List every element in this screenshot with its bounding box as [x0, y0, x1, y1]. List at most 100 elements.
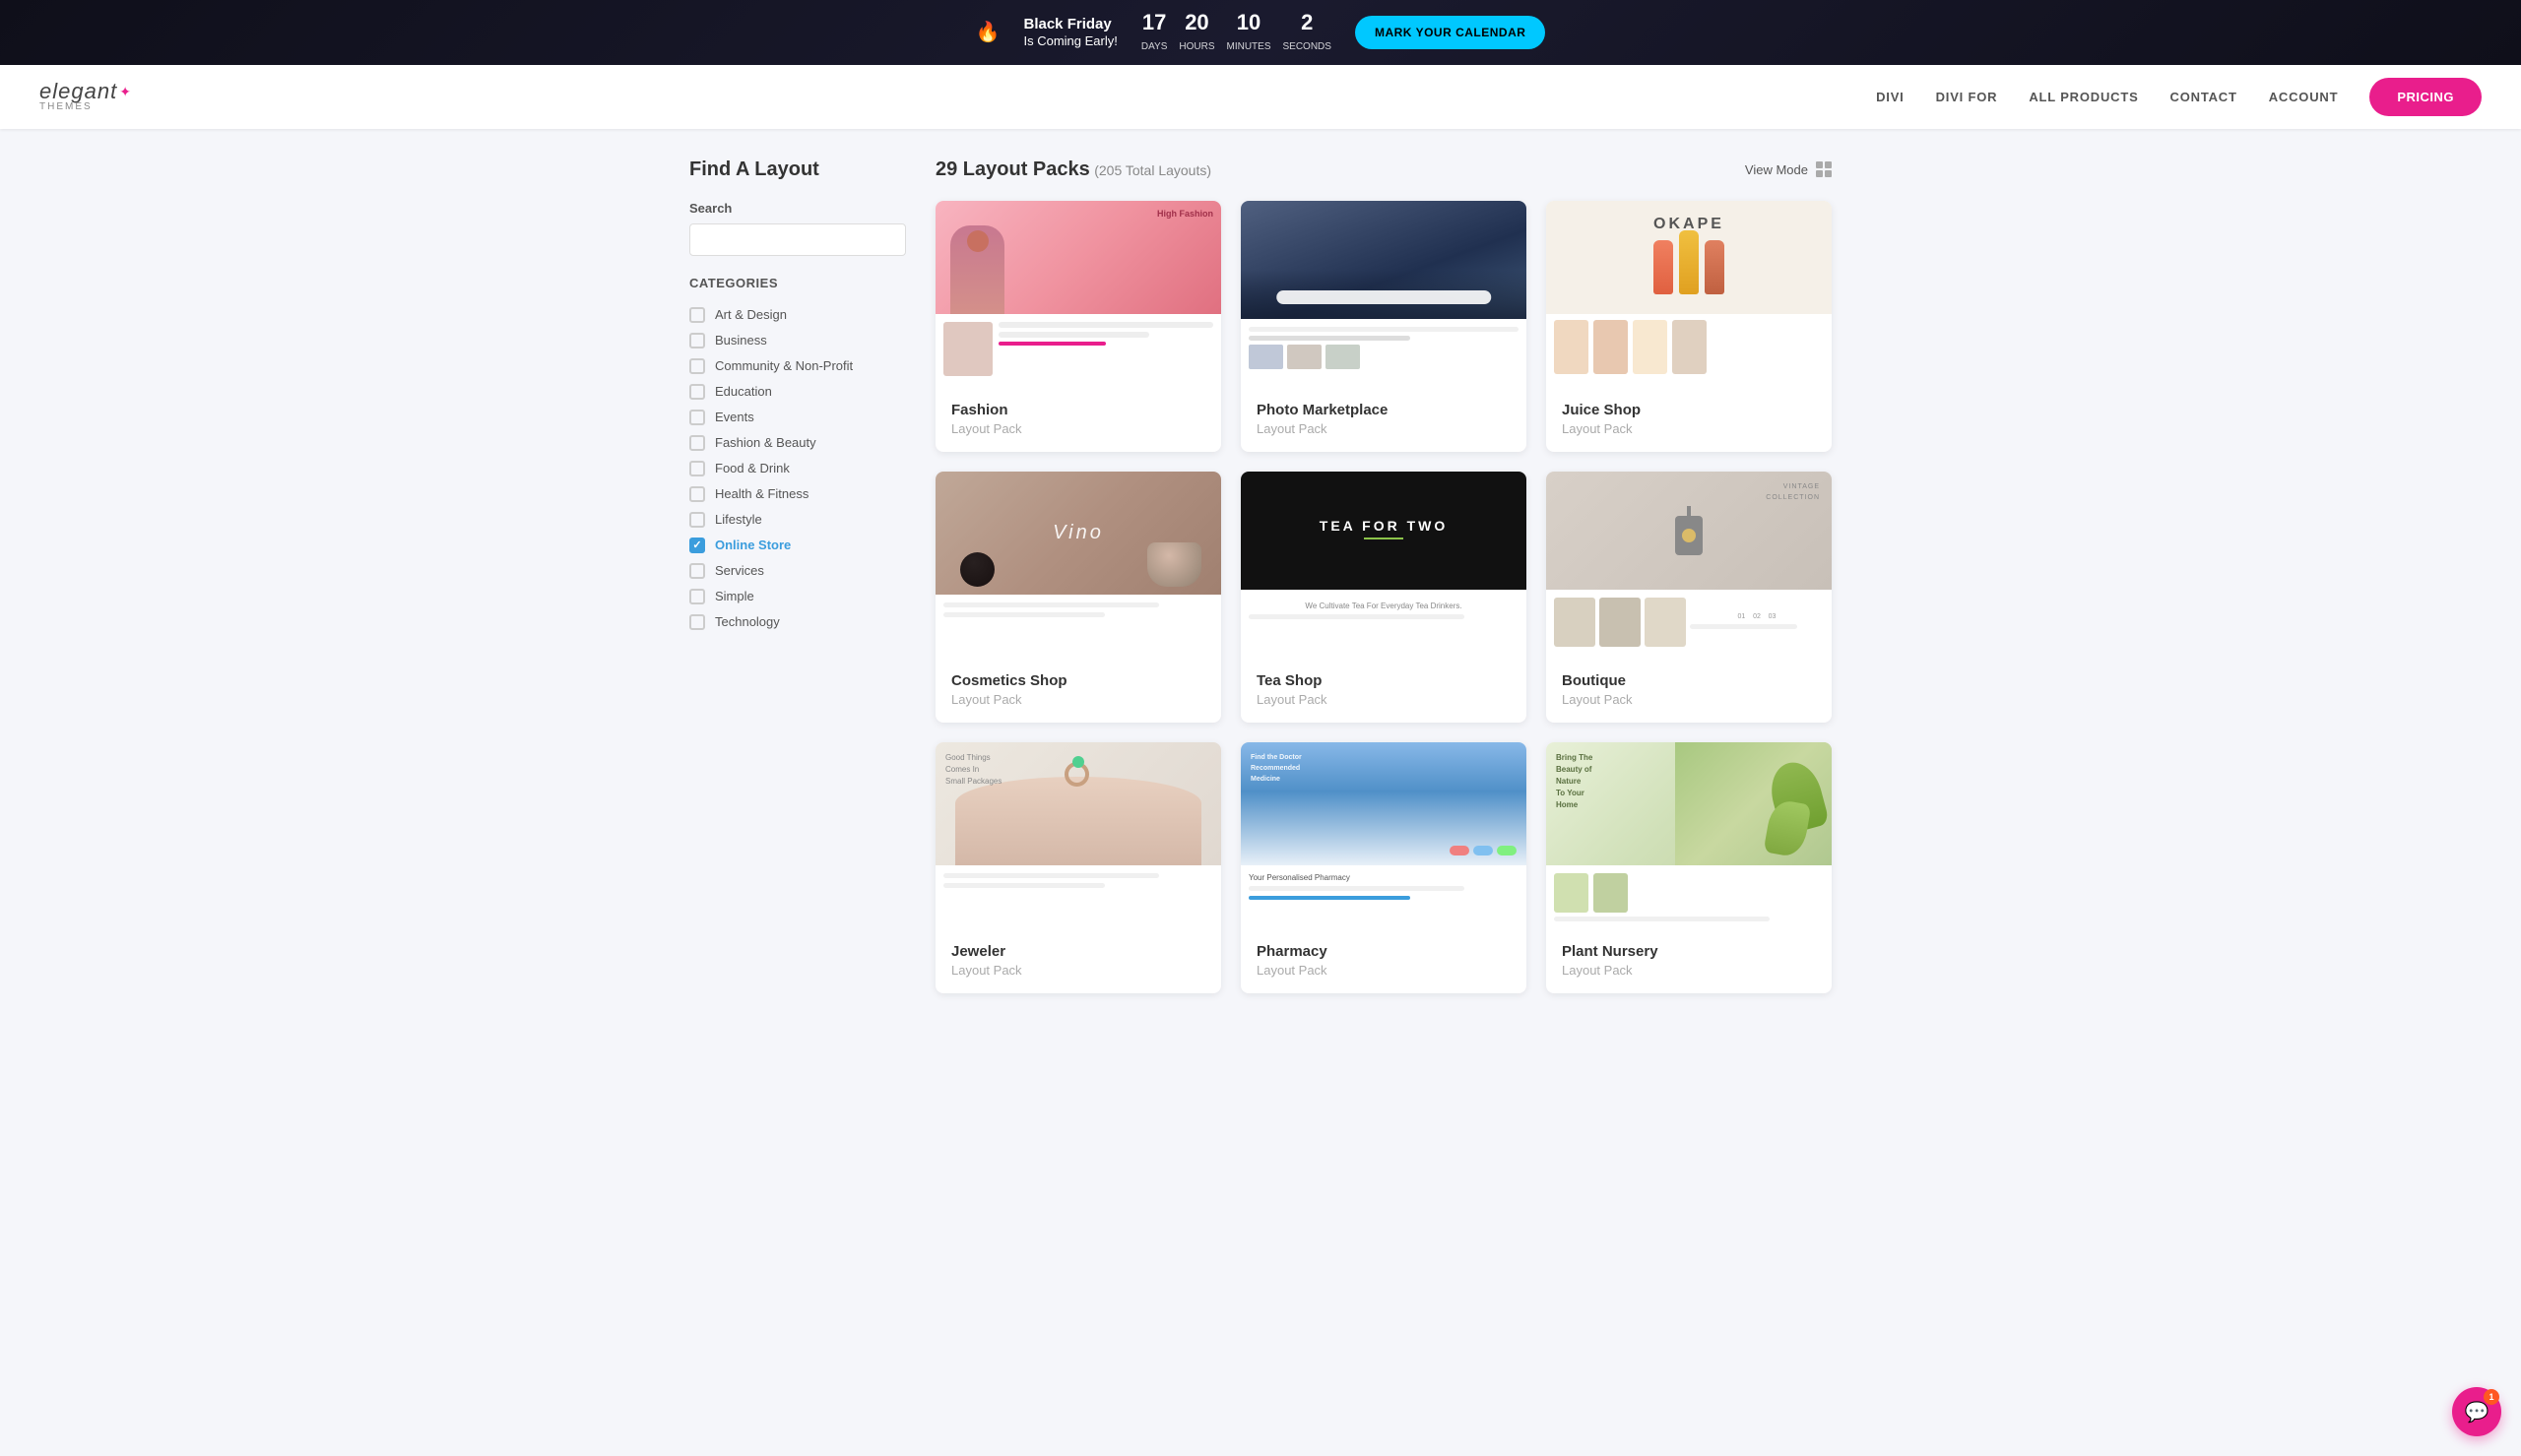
jeweler-hand	[955, 777, 1201, 865]
main-nav: DIVI DIVI FOR ALL PRODUCTS CONTACT ACCOU…	[1876, 78, 2482, 116]
category-simple[interactable]: Simple	[689, 584, 906, 609]
countdown-seconds-label: Seconds	[1283, 41, 1331, 52]
nav-account[interactable]: ACCOUNT	[2269, 90, 2339, 104]
jeweler-line-2	[943, 883, 1105, 888]
category-label-community: Community & Non-Profit	[715, 358, 853, 373]
category-checkbox-community[interactable]	[689, 358, 705, 374]
cosmetics-jar	[1147, 542, 1201, 587]
top-banner: 🔥 Black Friday Is Coming Early! 17 Days …	[0, 0, 2521, 65]
card-plant-nursery[interactable]: Bring TheBeauty ofNatureTo YourHome Plan…	[1546, 742, 1832, 993]
pharmacy-subtext: Your Personalised Pharmacy	[1249, 873, 1519, 882]
category-checkbox-art-design[interactable]	[689, 307, 705, 323]
card-photo-marketplace[interactable]: Photo Marketplace Layout Pack	[1241, 201, 1526, 452]
photo-thumb-2	[1287, 345, 1322, 369]
photo-thumb-1	[1249, 345, 1283, 369]
plant-text: Bring TheBeauty ofNatureTo YourHome	[1556, 752, 1592, 811]
card-juice-shop[interactable]: OKAPE Juice Shop	[1546, 201, 1832, 452]
card-type-photo: Layout Pack	[1257, 421, 1511, 436]
search-input[interactable]	[689, 223, 906, 256]
nav-all-products[interactable]: ALL PRODUCTS	[2029, 90, 2138, 104]
photo-thumb-3	[1325, 345, 1360, 369]
pricing-button[interactable]: PRICING	[2369, 78, 2482, 116]
boutique-thumb-2	[1599, 598, 1641, 647]
category-health-fitness[interactable]: Health & Fitness	[689, 481, 906, 507]
category-checkbox-education[interactable]	[689, 384, 705, 400]
categories-title: Categories	[689, 276, 906, 290]
mark-calendar-button[interactable]: MARK YOUR CALENDAR	[1355, 16, 1545, 49]
card-boutique[interactable]: VINTAGECOLLECTION 01 02 03	[1546, 472, 1832, 723]
fashion-hero-text: High Fashion	[1157, 209, 1213, 219]
tea-accent	[1364, 538, 1403, 539]
cosmetics-bottom	[936, 595, 1221, 659]
category-education[interactable]: Education	[689, 379, 906, 405]
card-jeweler[interactable]: Good ThingsComes InSmall Packages Jewele…	[936, 742, 1221, 993]
category-checkbox-technology[interactable]	[689, 614, 705, 630]
photo-search-bar	[1276, 290, 1491, 304]
banner-title-line2: Is Coming Early!	[1024, 33, 1118, 48]
plant-line	[1554, 917, 1770, 921]
category-checkbox-events[interactable]	[689, 410, 705, 425]
card-fashion[interactable]: High Fashion Fashion Layout Pack	[936, 201, 1221, 452]
plant-thumbnails	[1554, 873, 1824, 913]
content-header: 29 Layout Packs (205 Total Layouts) View…	[936, 158, 1832, 181]
category-checkbox-services[interactable]	[689, 563, 705, 579]
jeweler-text: Good ThingsComes InSmall Packages	[945, 752, 1002, 788]
category-online-store[interactable]: Online Store	[689, 533, 906, 558]
nav-divi[interactable]: DIVI	[1876, 90, 1904, 104]
logo-text: elegant	[39, 81, 117, 102]
logo[interactable]: elegant ✦ themes	[39, 81, 131, 112]
boutique-lantern-area	[1675, 506, 1703, 555]
countdown-days-num: 17	[1141, 10, 1168, 35]
nav-contact[interactable]: CONTACT	[2170, 90, 2237, 104]
category-checkbox-business[interactable]	[689, 333, 705, 348]
category-checkbox-simple[interactable]	[689, 589, 705, 604]
category-checkbox-food-drink[interactable]	[689, 461, 705, 476]
category-label-services: Services	[715, 563, 764, 578]
tea-hero-content: TEA FOR TWO	[1320, 518, 1448, 543]
category-business[interactable]: Business	[689, 328, 906, 353]
tea-hero: TEA FOR TWO	[1241, 472, 1526, 590]
card-pharmacy[interactable]: Find the DoctorRecommendedMedicine Your …	[1241, 742, 1526, 993]
category-lifestyle[interactable]: Lifestyle	[689, 507, 906, 533]
category-label-health-fitness: Health & Fitness	[715, 486, 808, 501]
category-community[interactable]: Community & Non-Profit	[689, 353, 906, 379]
card-type-pharmacy: Layout Pack	[1257, 963, 1511, 978]
card-tea-shop[interactable]: TEA FOR TWO We Cultivate Tea For Everyda…	[1241, 472, 1526, 723]
pharmacy-hero: Find the DoctorRecommendedMedicine	[1241, 742, 1526, 865]
card-image-cosmetics: Vino	[936, 472, 1221, 659]
category-technology[interactable]: Technology	[689, 609, 906, 635]
category-label-food-drink: Food & Drink	[715, 461, 790, 475]
juice-thumb-1	[1554, 320, 1588, 374]
cosmetics-lid	[960, 552, 995, 587]
plant-thumb-2	[1593, 873, 1628, 913]
card-name-boutique: Boutique	[1562, 672, 1816, 690]
category-checkbox-online-store[interactable]	[689, 538, 705, 553]
jeweler-line-1	[943, 873, 1159, 878]
boutique-hero: VINTAGECOLLECTION	[1546, 472, 1832, 590]
category-checkbox-health-fitness[interactable]	[689, 486, 705, 502]
category-events[interactable]: Events	[689, 405, 906, 430]
category-label-business: Business	[715, 333, 767, 348]
category-checkbox-fashion-beauty[interactable]	[689, 435, 705, 451]
category-food-drink[interactable]: Food & Drink	[689, 456, 906, 481]
card-name-photo: Photo Marketplace	[1257, 402, 1511, 419]
category-services[interactable]: Services	[689, 558, 906, 584]
chat-widget[interactable]: 💬 1	[2452, 1387, 2501, 1436]
card-cosmetics[interactable]: Vino Cosmetics Shop Layout Pack	[936, 472, 1221, 723]
juice-thumb-2	[1593, 320, 1628, 374]
cosmetics-line-2	[943, 612, 1105, 617]
card-info-cosmetics: Cosmetics Shop Layout Pack	[936, 659, 1221, 723]
countdown-hours: 20 Hours	[1179, 10, 1214, 55]
card-type-boutique: Layout Pack	[1562, 692, 1816, 707]
search-label: Search	[689, 201, 906, 216]
view-mode-toggle[interactable]: View Mode	[1745, 161, 1832, 177]
category-art-design[interactable]: Art & Design	[689, 302, 906, 328]
jeweler-bottom	[936, 865, 1221, 929]
nav-divi-for[interactable]: DIVI FOR	[1936, 90, 1998, 104]
category-checkbox-lifestyle[interactable]	[689, 512, 705, 528]
plant-image-area	[1675, 742, 1833, 865]
countdown-seconds: 2 Seconds	[1283, 10, 1331, 55]
card-image-jeweler: Good ThingsComes InSmall Packages	[936, 742, 1221, 929]
card-name-pharmacy: Pharmacy	[1257, 943, 1511, 961]
category-fashion-beauty[interactable]: Fashion & Beauty	[689, 430, 906, 456]
